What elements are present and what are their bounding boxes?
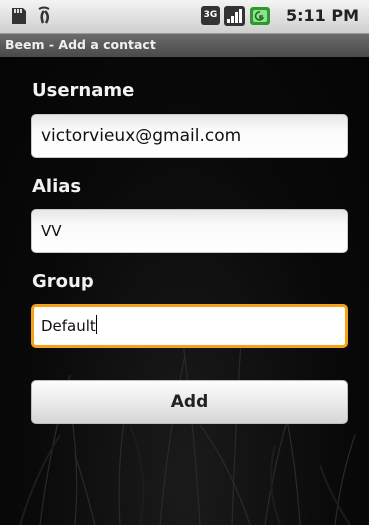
3g-icon: 3G (201, 6, 220, 25)
username-field[interactable]: victorvieux@gmail.com (31, 114, 348, 158)
group-label: Group (32, 271, 94, 292)
alias-field[interactable]: VV (31, 209, 348, 253)
status-bar: 3G 5:11 PM (0, 0, 369, 34)
alias-label: Alias (32, 176, 82, 197)
battery-icon (250, 7, 270, 25)
signal-icon (224, 6, 245, 26)
add-button[interactable]: Add (31, 380, 348, 424)
sd-card-icon (12, 8, 26, 24)
group-field[interactable]: Default (31, 304, 348, 348)
text-caret (95, 315, 97, 334)
usb-icon (38, 6, 50, 24)
status-time: 5:11 PM (285, 6, 359, 25)
username-label: Username (32, 80, 135, 101)
window-title: Beem - Add a contact (5, 37, 156, 52)
add-contact-form: Username victorvieux@gmail.com Alias VV … (0, 57, 369, 525)
title-bar: Beem - Add a contact (0, 34, 369, 57)
group-field-value: Default (41, 317, 96, 335)
